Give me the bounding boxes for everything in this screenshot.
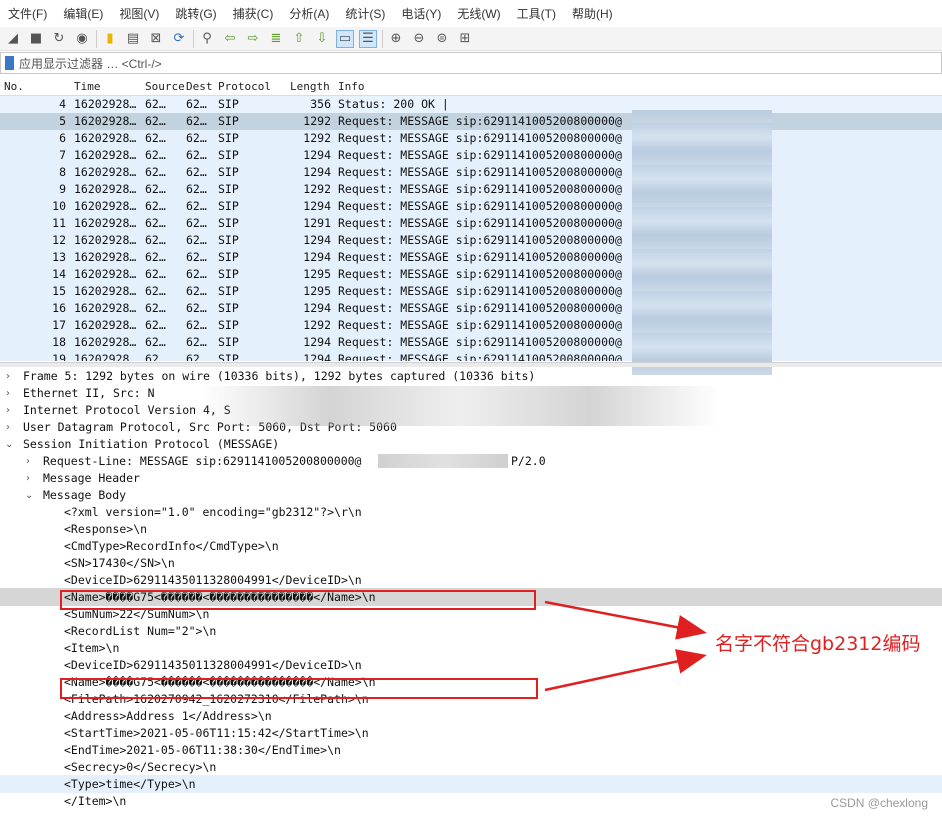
arrow-line [544, 600, 707, 640]
watermark: CSDN @chexlong [830, 796, 928, 810]
annotation-arrows [544, 600, 707, 692]
annotation-text: 名字不符合gb2312编码 [715, 633, 921, 655]
arrow-line [544, 649, 707, 692]
